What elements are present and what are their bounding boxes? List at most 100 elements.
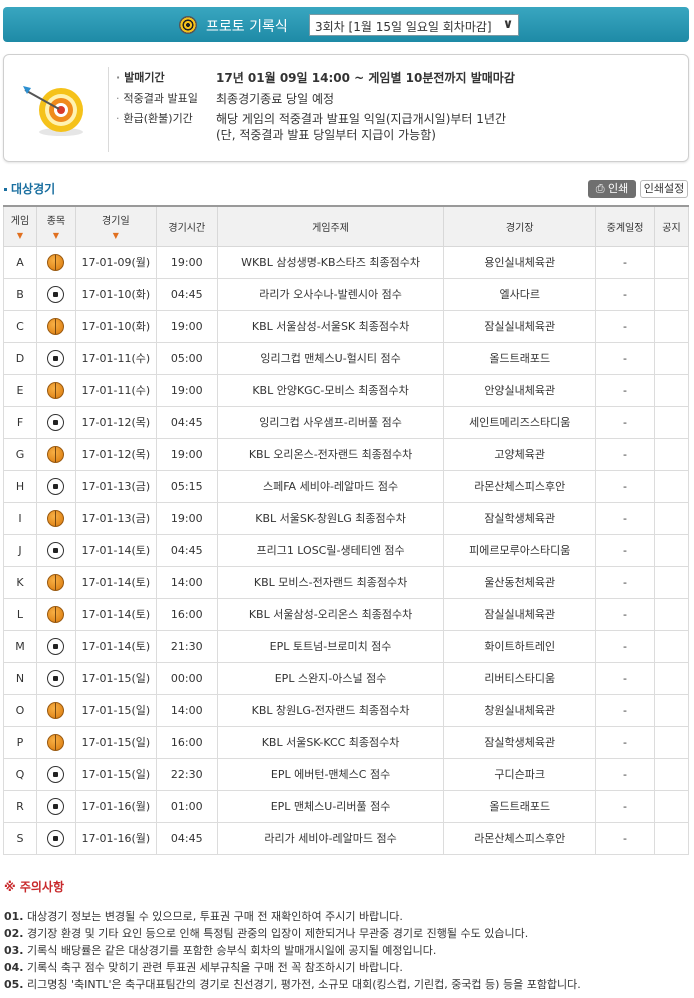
table-row: A 17-01-09(월) 19:00 WKBL 삼성생명-KB스타즈 최종점수차 용인… (3, 245, 689, 279)
time-cell: 21:30 (155, 629, 218, 663)
subject-cell: KBL 서울SK-KCC 최종점수차 (216, 725, 445, 759)
info-value: 최종경기종료 당일 예정 (216, 92, 335, 106)
game-cell: O (3, 693, 37, 727)
subject-cell: KBL 안양KGC-모비스 최종점수차 (216, 373, 445, 407)
column-header[interactable]: 경기일 ▼ (74, 205, 157, 247)
game-cell: G (3, 437, 37, 471)
venue-cell: 화이트하트레인 (443, 629, 597, 663)
subject-cell: 스페FA 세비야-레알마드 점수 (216, 469, 445, 503)
soccer-ball-icon (47, 477, 65, 495)
section-title: 대상경기 (4, 180, 55, 197)
broadcast-cell: - (595, 341, 655, 375)
round-select[interactable]: 3회차 [1월 15일 일요일 회차마감] ∨ (309, 14, 519, 36)
notice-cell (654, 565, 689, 599)
game-cell: J (3, 533, 37, 567)
game-cell: S (3, 821, 37, 855)
sport-cell (35, 789, 76, 823)
venue-cell: 울산동천체육관 (443, 565, 597, 599)
time-cell: 19:00 (155, 373, 218, 407)
sport-cell (35, 629, 76, 663)
notice-cell (654, 501, 689, 535)
column-header: 중계일정 (595, 205, 655, 247)
table-row: G 17-01-12(목) 19:00 KBL 오리온스-전자랜드 최종점수차 고양체육… (3, 437, 689, 471)
target-icon (179, 16, 197, 34)
notice-cell (654, 277, 689, 311)
notice-cell (654, 789, 689, 823)
notice-cell (654, 341, 689, 375)
game-cell: Q (3, 757, 37, 791)
table-row: E 17-01-11(수) 19:00 KBL 안양KGC-모비스 최종점수차 안양실내… (3, 373, 689, 407)
time-cell: 04:45 (155, 821, 218, 855)
table-row: I 17-01-13(금) 19:00 KBL 서울SK-창원LG 최종점수차 잠실학생… (3, 501, 689, 535)
venue-cell: 잠실실내체육관 (443, 309, 597, 343)
basketball-icon (47, 445, 65, 463)
broadcast-cell: - (595, 693, 655, 727)
column-header: 게임주제 (216, 205, 445, 247)
time-cell: 19:00 (155, 245, 218, 279)
subject-cell: KBL 창원LG-전자랜드 최종점수차 (216, 693, 445, 727)
subject-cell: EPL 토트넘-브로미치 점수 (216, 629, 445, 663)
sport-cell (35, 309, 76, 343)
venue-cell: 올드트래포드 (443, 789, 597, 823)
time-cell: 00:00 (155, 661, 218, 695)
venue-cell: 세인트메리즈스타디움 (443, 405, 597, 439)
print-settings-button[interactable]: 인쇄설정 (640, 180, 688, 198)
game-cell: N (3, 661, 37, 695)
date-cell: 17-01-15(일) (74, 725, 157, 759)
soccer-ball-icon (47, 765, 65, 783)
table-row: L 17-01-14(토) 16:00 KBL 서울삼성-오리온스 최종점수차 잠실실내… (3, 597, 689, 631)
sort-arrow-icon[interactable]: ▼ (76, 231, 156, 240)
venue-cell: 피에르모루아스타디움 (443, 533, 597, 567)
date-cell: 17-01-12(목) (74, 405, 157, 439)
venue-cell: 잠실학생체육관 (443, 725, 597, 759)
sort-arrow-icon[interactable]: ▼ (37, 231, 75, 240)
sort-arrow-icon[interactable]: ▼ (4, 231, 36, 240)
soccer-ball-icon (47, 797, 65, 815)
notice-cell (654, 437, 689, 471)
print-button[interactable]: ⎙ 인쇄 (588, 180, 636, 198)
time-cell: 22:30 (155, 757, 218, 791)
notice-item: 01. 대상경기 정보는 변경될 수 있으므로, 투표권 구매 전 재확인하여 … (4, 910, 403, 923)
soccer-ball-icon (47, 285, 65, 303)
notice-cell (654, 821, 689, 855)
info-value: 해당 게임의 적중결과 발표일 익일(지급개시일)부터 1년간 (216, 112, 506, 126)
notice-item: 02. 경기장 환경 및 기타 요인 등으로 인해 특정팀 관중의 입장이 제한… (4, 927, 529, 940)
table-row: F 17-01-12(목) 04:45 잉리그컵 사우샘프-리버풀 점수 세인트메리즈스… (3, 405, 689, 439)
broadcast-cell: - (595, 757, 655, 791)
date-cell: 17-01-14(토) (74, 597, 157, 631)
broadcast-cell: - (595, 245, 655, 279)
time-cell: 19:00 (155, 309, 218, 343)
table-body: A 17-01-09(월) 19:00 WKBL 삼성생명-KB스타즈 최종점수차 용인… (3, 245, 689, 855)
time-cell: 16:00 (155, 597, 218, 631)
info-label: 발매기간 (116, 69, 216, 85)
subject-cell: KBL 서울삼성-오리온스 최종점수차 (216, 597, 445, 631)
date-cell: 17-01-15(일) (74, 693, 157, 727)
game-cell: B (3, 277, 37, 311)
notice-cell (654, 693, 689, 727)
subject-cell: EPL 에버턴-맨체스C 점수 (216, 757, 445, 791)
table-row: B 17-01-10(화) 04:45 라리가 오사수나-발렌시아 점수 엘사다르 - (3, 277, 689, 311)
info-note: (단, 적중결과 발표 당일부터 지급이 가능함) (216, 128, 436, 142)
time-cell: 19:00 (155, 501, 218, 535)
broadcast-cell: - (595, 821, 655, 855)
table-row: N 17-01-15(일) 00:00 EPL 스완지-아스널 점수 리버티스타디움 - (3, 661, 689, 695)
soccer-ball-icon (47, 669, 65, 687)
sport-cell (35, 533, 76, 567)
time-cell: 16:00 (155, 725, 218, 759)
sport-cell (35, 277, 76, 311)
games-table: 게임 ▼ 종목 ▼ 경기일 ▼ 경기시간 게임주제 경기장 중계일정 공지 A 17-01-09(월)… (3, 205, 689, 855)
broadcast-cell: - (595, 597, 655, 631)
notice-cell (654, 757, 689, 791)
chevron-down-icon[interactable]: ∨ (498, 15, 518, 35)
column-header[interactable]: 종목 ▼ (35, 205, 76, 247)
column-header[interactable]: 게임 ▼ (3, 205, 37, 247)
date-cell: 17-01-11(수) (74, 373, 157, 407)
notice-cell (654, 597, 689, 631)
info-value: 17년 01월 09일 14:00 ~ 게임별 10분전까지 발매마감 (216, 71, 515, 85)
notice-cell (654, 533, 689, 567)
game-cell: F (3, 405, 37, 439)
game-cell: M (3, 629, 37, 663)
sport-cell (35, 565, 76, 599)
basketball-icon (47, 605, 65, 623)
sport-cell (35, 725, 76, 759)
